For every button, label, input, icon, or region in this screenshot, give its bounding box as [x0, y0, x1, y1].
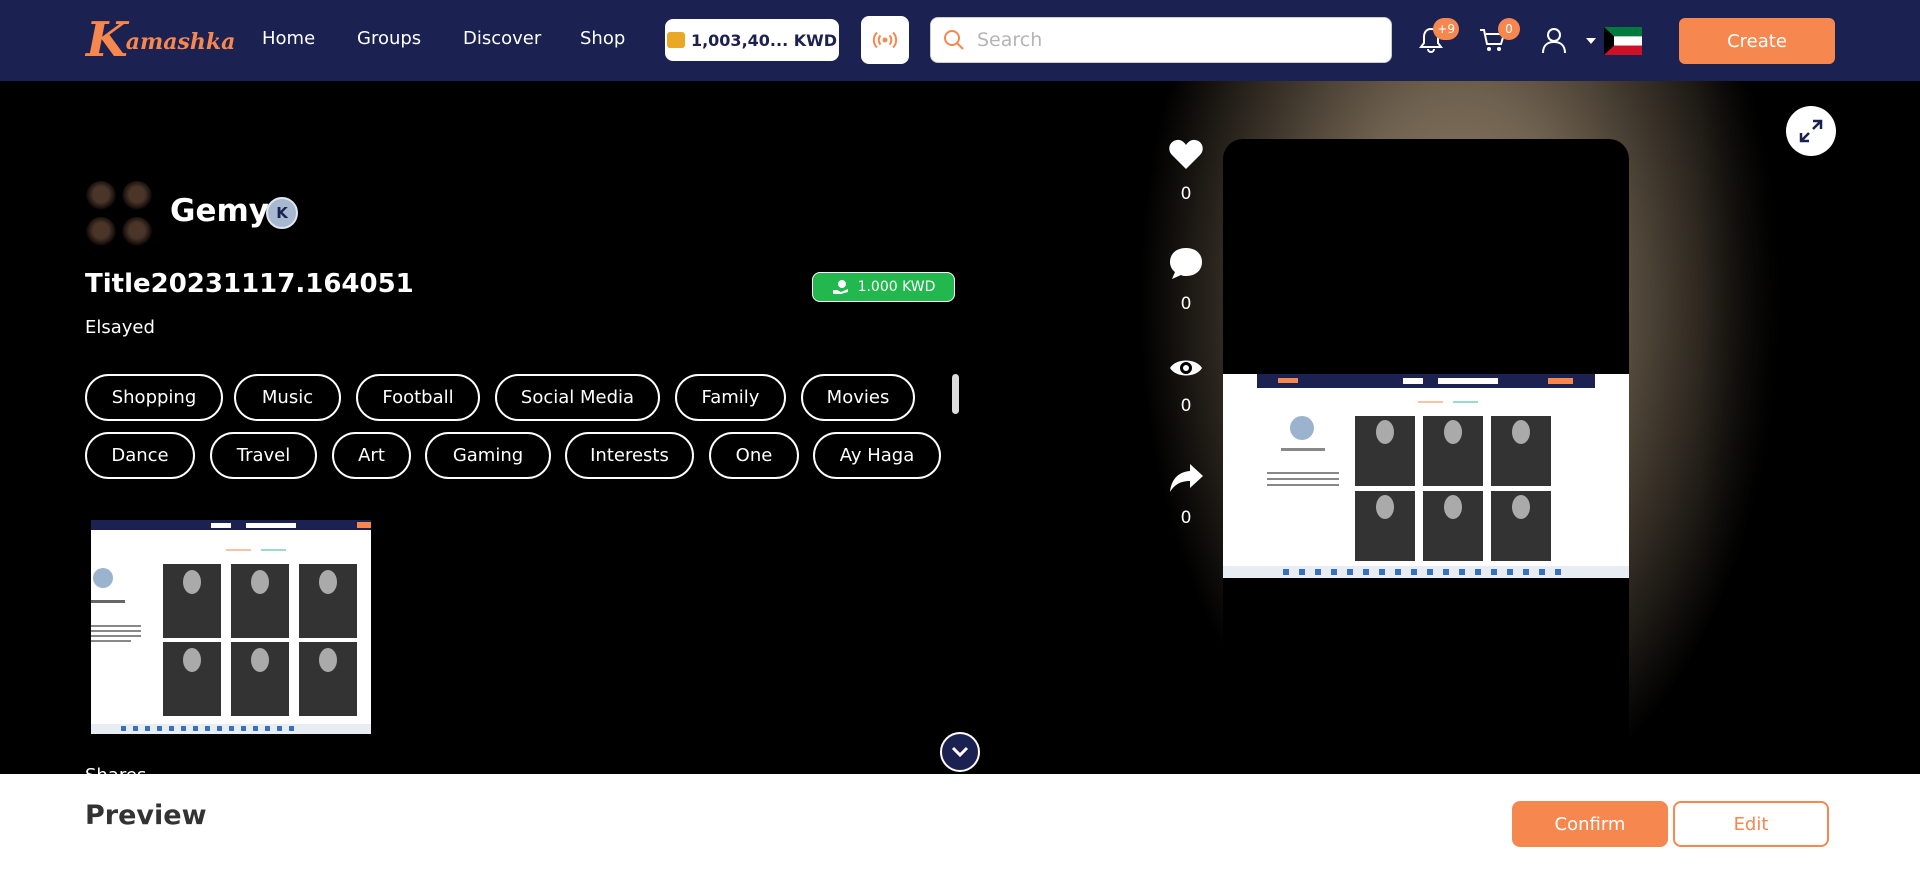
notifications-badge: +9	[1433, 18, 1459, 40]
logo-text: amashka	[125, 29, 236, 55]
nav-groups[interactable]: Groups	[357, 28, 421, 49]
comment-icon	[1170, 248, 1202, 279]
price-badge: 1.000 KWD	[812, 272, 955, 302]
search-bar	[930, 17, 1392, 63]
profile-button[interactable]	[1538, 24, 1570, 56]
tag-chip[interactable]: Dance	[85, 432, 195, 479]
like-button[interactable]: 0	[1166, 138, 1206, 204]
search-input[interactable]	[977, 29, 1377, 51]
tag-chip[interactable]: Shopping	[85, 374, 223, 421]
cart-button[interactable]: 0	[1476, 18, 1520, 56]
avatar-tile	[122, 217, 152, 247]
live-button[interactable]	[861, 16, 909, 64]
heart-icon	[1169, 139, 1203, 169]
tag-chip[interactable]: One	[709, 432, 799, 479]
tag-chip[interactable]: Football	[356, 374, 480, 421]
tag-chip[interactable]: Ay Haga	[813, 432, 941, 479]
kamashka-logo[interactable]: K amashka	[86, 12, 235, 68]
nav-home[interactable]: Home	[262, 28, 315, 49]
avatar-tile	[122, 181, 152, 211]
post-image-thumbnail[interactable]	[91, 520, 371, 734]
avatar[interactable]	[86, 181, 156, 251]
verified-badge-icon: K	[266, 197, 298, 229]
tag-chip[interactable]: Art	[332, 432, 411, 479]
comments-count: 0	[1180, 294, 1192, 314]
money-hand-icon	[832, 280, 848, 294]
tag-chip[interactable]: Gaming	[425, 432, 551, 479]
tag-chip[interactable]: Movies	[801, 374, 915, 421]
comment-button[interactable]: 0	[1166, 246, 1206, 314]
nav-shop[interactable]: Shop	[580, 28, 625, 49]
top-navbar: K amashka Home Groups Discover Shop 1,00…	[0, 0, 1920, 81]
likes-count: 0	[1180, 184, 1192, 204]
confirm-button[interactable]: Confirm	[1512, 801, 1668, 847]
background-fade	[990, 81, 1110, 774]
price-amount: 1.000 KWD	[857, 279, 936, 295]
video-player[interactable]	[1223, 139, 1629, 774]
scroll-down-button[interactable]	[940, 732, 980, 772]
avatar-tile	[86, 217, 116, 247]
broadcast-icon	[872, 31, 898, 49]
post-subtitle: Elsayed	[85, 317, 155, 338]
tag-chip[interactable]: Social Media	[495, 374, 660, 421]
preview-title: Preview	[85, 800, 207, 831]
background-fade	[1700, 81, 1920, 774]
shares-count: 0	[1180, 508, 1192, 528]
fullscreen-button[interactable]	[1786, 106, 1836, 156]
eye-icon	[1170, 360, 1202, 376]
avatar-tile	[86, 181, 116, 211]
wallet-balance[interactable]: 1,003,40... KWD	[665, 19, 839, 61]
user-icon	[1542, 28, 1566, 54]
notifications-button[interactable]: +9	[1415, 18, 1459, 56]
tag-chip[interactable]: Interests	[565, 432, 694, 479]
views-count: 0	[1180, 396, 1192, 416]
tag-chip[interactable]: Music	[234, 374, 341, 421]
cart-badge: 0	[1498, 18, 1520, 40]
search-icon	[944, 30, 964, 50]
share-arrow-icon	[1170, 464, 1203, 492]
wallet-amount: 1,003,40... KWD	[690, 30, 838, 50]
logo-letter: K	[86, 12, 128, 68]
kuwait-flag-icon	[1604, 27, 1642, 55]
preview-footer: Preview Confirm Edit	[0, 774, 1920, 869]
tag-chip[interactable]: Travel	[210, 432, 317, 479]
coins-icon	[666, 32, 685, 48]
screenshot-thumbnail-image	[91, 520, 371, 734]
share-button[interactable]: 0	[1166, 462, 1206, 528]
language-selector[interactable]	[1586, 27, 1652, 55]
nav-discover[interactable]: Discover	[463, 28, 541, 49]
expand-icon	[1799, 119, 1823, 143]
video-frame-image	[1223, 374, 1629, 578]
post-details-panel: Gemy K Title20231117.164051 Elsayed 1.00…	[0, 81, 990, 774]
tag-chip[interactable]: Family	[675, 374, 786, 421]
edit-button[interactable]: Edit	[1673, 801, 1829, 847]
create-button[interactable]: Create	[1679, 18, 1835, 64]
username[interactable]: Gemy	[170, 193, 269, 229]
chevron-down-icon	[951, 746, 969, 758]
chevron-down-icon	[1586, 38, 1596, 44]
tags-scrollbar[interactable]	[952, 374, 959, 414]
post-title: Title20231117.164051	[85, 269, 414, 299]
shares-label: Shares	[85, 765, 146, 774]
views-indicator: 0	[1166, 354, 1206, 416]
video-preview-panel: 0 0 0 0	[990, 81, 1920, 774]
